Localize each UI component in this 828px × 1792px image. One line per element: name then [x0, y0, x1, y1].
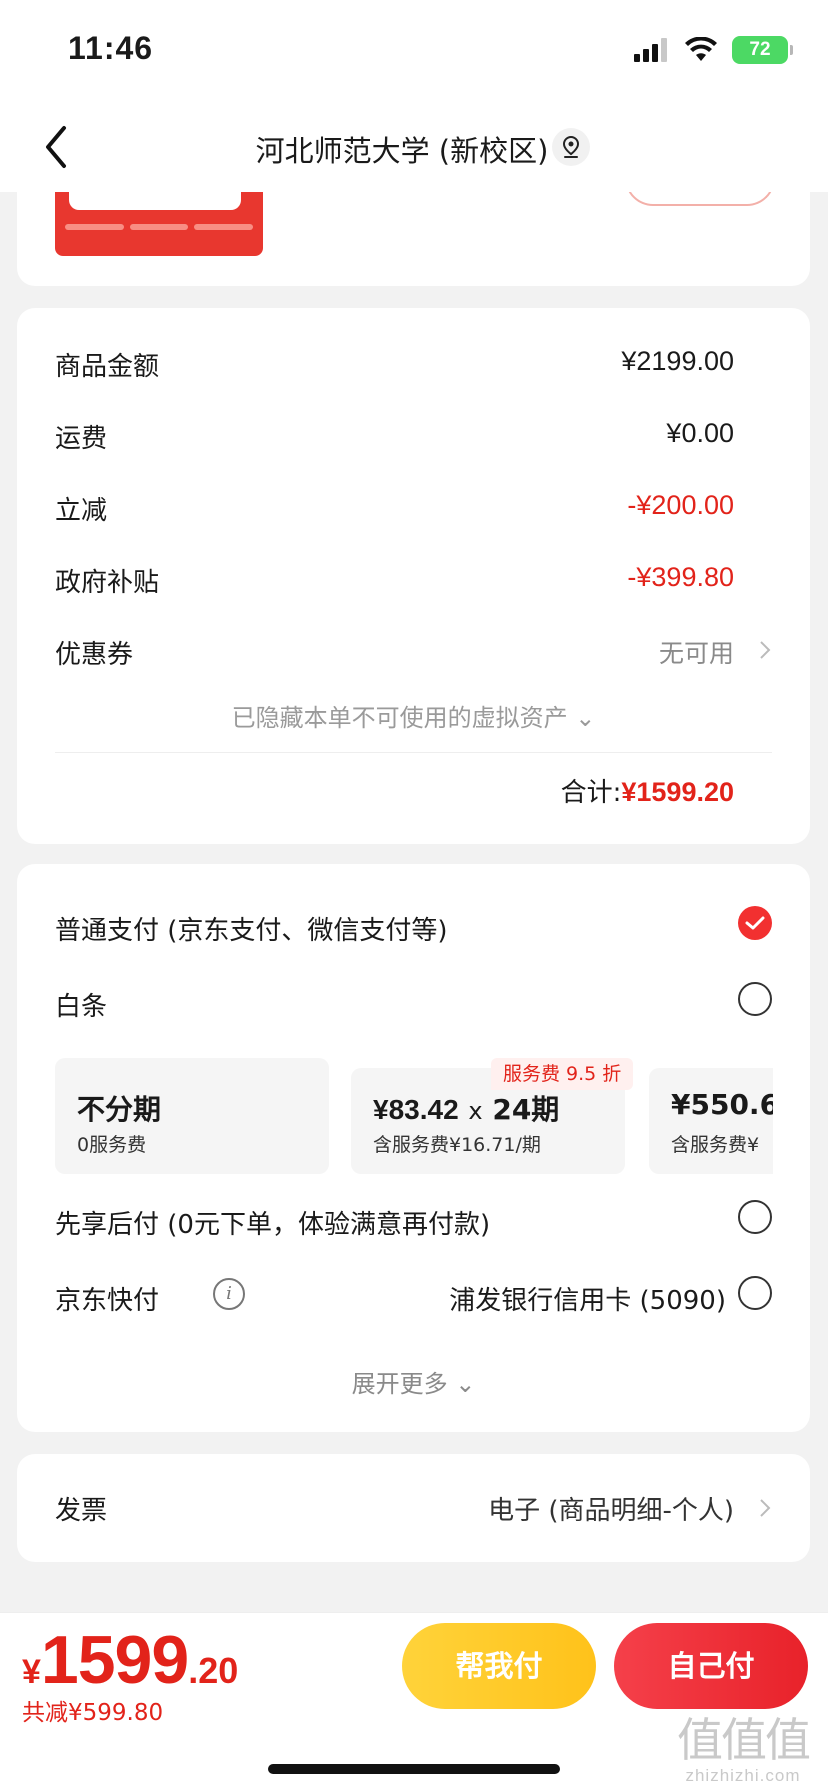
goods-amount-label: 商品金额 [55, 352, 160, 382]
payment-option-pay-later[interactable]: 先享后付 (0元下单，体验满意再付款) [55, 1198, 772, 1242]
service-fee-discount-badge: 服务费 9.5 折 [491, 1058, 634, 1090]
installment-option-none[interactable]: 不分期 0服务费 [55, 1058, 329, 1174]
installment-sub: 含服务费¥ [671, 1134, 760, 1156]
coupon-value: 无可用 [658, 639, 734, 668]
invoice-row[interactable]: 发票 电子 (商品明细-个人) [17, 1454, 810, 1562]
wifi-icon [685, 37, 717, 61]
info-icon[interactable]: i [213, 1278, 245, 1310]
watermark-logo: 值值值 zhizhizhi.com [670, 1714, 816, 1786]
status-bar: 11:46 72 [0, 0, 828, 100]
payment-option-jd-quick[interactable]: 京东快付 i 浦发银行信用卡 (5090) [55, 1274, 772, 1318]
shipping-value: ¥0.00 [666, 418, 734, 448]
invoice-label: 发票 [55, 1496, 108, 1526]
help-me-pay-button[interactable]: 帮我付 [402, 1623, 596, 1709]
payment-option-normal[interactable]: 普通支付 (京东支付、微信支付等) [55, 904, 772, 948]
price-decimal: .20 [188, 1650, 239, 1691]
chevron-right-icon [760, 641, 771, 659]
normal-pay-label: 普通支付 (京东支付、微信支付等) [55, 916, 448, 946]
pay-later-label: 先享后付 (0元下单，体验满意再付款) [55, 1210, 491, 1240]
instant-discount-row: 立减 -¥200.00 [55, 486, 772, 526]
price-integer: 1599 [40, 1622, 189, 1698]
watermark-glyphs: 值值值 [677, 1713, 811, 1767]
installment-option-partial[interactable]: ¥550.67 含服务费¥ [649, 1068, 773, 1174]
location-pin-icon[interactable] [552, 128, 590, 166]
expand-more-button[interactable]: 展开更多 ⌄ [17, 1364, 810, 1399]
installment-sub: 0服务费 [77, 1134, 147, 1156]
page-title[interactable]: 河北师范大学 (新校区) [0, 128, 828, 170]
instant-discount-value: -¥200.00 [627, 490, 734, 520]
payment-option-baitiao[interactable]: 白条 [55, 980, 772, 1024]
gov-subsidy-value: -¥399.80 [627, 562, 734, 592]
payment-methods-card: 普通支付 (京东支付、微信支付等) 白条 服务费 9.5 折 不分期 0服务费 … [17, 864, 810, 1432]
status-time: 11:46 [68, 30, 154, 66]
currency-symbol: ¥ [22, 1653, 41, 1691]
installment-main: ¥83.42 x 24期 [373, 1093, 560, 1126]
installment-sub: 含服务费¥16.71/期 [373, 1134, 541, 1156]
chevron-right-icon [760, 1499, 771, 1517]
total-row: 合计:¥1599.20 [561, 772, 734, 809]
installment-options[interactable]: 服务费 9.5 折 不分期 0服务费 ¥83.42 x 24期 含服务费¥16.… [55, 1058, 773, 1176]
installment-main: ¥550.67 [671, 1088, 773, 1121]
pay-myself-button[interactable]: 自己付 [614, 1623, 808, 1709]
watermark-site: zhizhizhi.com [685, 1766, 801, 1785]
checkmark-icon[interactable] [738, 906, 772, 940]
gov-subsidy-label: 政府补贴 [55, 568, 160, 598]
radio-unchecked[interactable] [738, 1200, 772, 1234]
radio-unchecked[interactable] [738, 982, 772, 1016]
baitiao-label: 白条 [55, 992, 108, 1022]
instant-discount-label: 立减 [55, 496, 108, 526]
home-indicator[interactable] [268, 1764, 560, 1774]
shipping-label: 运费 [55, 424, 108, 454]
coupon-row[interactable]: 优惠券 无可用 [55, 630, 772, 670]
coupon-label: 优惠券 [55, 640, 134, 670]
total-saved: 共减¥599.80 [22, 1700, 164, 1726]
installment-main: 不分期 [77, 1093, 162, 1126]
total-value: ¥1599.20 [621, 777, 734, 807]
invoice-value: 电子 (商品明细-个人) [488, 1496, 734, 1526]
gov-subsidy-row: 政府补贴 -¥399.80 [55, 558, 772, 598]
divider [55, 752, 772, 753]
signal-icon [634, 38, 667, 62]
shipping-row: 运费 ¥0.00 [55, 414, 772, 454]
order-summary-card: 商品金额 ¥2199.00 运费 ¥0.00 立减 -¥200.00 政府补贴 … [17, 308, 810, 844]
jd-quick-label: 京东快付 [55, 1286, 160, 1316]
bank-card-label: 浦发银行信用卡 (5090) [449, 1286, 726, 1316]
nav-bar: 河北师范大学 (新校区) [0, 100, 828, 192]
final-price: ¥1599.20 [22, 1621, 238, 1699]
radio-unchecked[interactable] [738, 1276, 772, 1310]
battery-icon: 72 [732, 36, 793, 64]
goods-amount-value: ¥2199.00 [621, 346, 734, 376]
hidden-assets-toggle[interactable]: 已隐藏本单不可使用的虚拟资产 ⌄ [17, 698, 810, 733]
total-label: 合计: [560, 778, 622, 808]
goods-amount-row: 商品金额 ¥2199.00 [55, 342, 772, 382]
status-icons: 72 [634, 36, 793, 64]
